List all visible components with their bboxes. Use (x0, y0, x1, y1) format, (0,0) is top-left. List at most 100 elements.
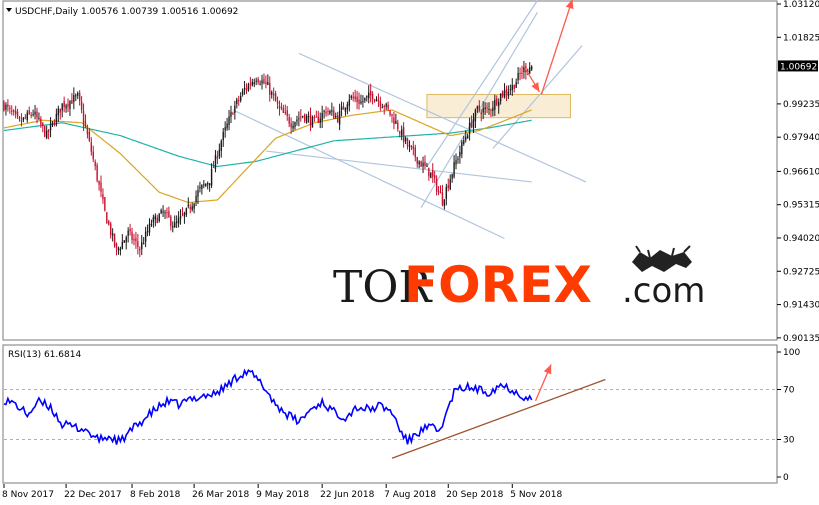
candle (5, 102, 7, 116)
candle (272, 87, 275, 101)
candle (300, 109, 302, 122)
candle (78, 90, 81, 106)
candle (362, 95, 364, 108)
candle (490, 108, 492, 117)
candle (98, 180, 100, 191)
candle (486, 102, 488, 114)
price-tick-label: 1.01825 (783, 33, 819, 43)
candle (36, 107, 38, 124)
candle (115, 242, 118, 256)
candle (457, 156, 459, 164)
candle (496, 95, 498, 107)
candle (49, 117, 52, 138)
candle (369, 83, 372, 103)
candle (373, 98, 376, 103)
candle (315, 110, 318, 118)
candle (443, 199, 446, 210)
candle (441, 184, 444, 207)
candle (331, 102, 333, 116)
candle (346, 101, 349, 115)
candle (75, 93, 77, 102)
candle (453, 155, 455, 179)
price-tick-label: 0.99235 (783, 100, 819, 110)
rsi-tick-label: 100 (783, 348, 800, 358)
candle (55, 108, 58, 127)
candle (77, 91, 79, 99)
candle (265, 75, 267, 89)
candle (465, 130, 467, 143)
candle (480, 109, 482, 122)
chart-title: USDCHF,Daily 1.00576 1.00739 1.00516 1.0… (6, 7, 238, 17)
candle (304, 113, 306, 124)
candle (521, 65, 523, 80)
candle (80, 96, 83, 114)
candle (137, 233, 139, 255)
candle (22, 117, 25, 123)
candle (377, 93, 380, 108)
candle (7, 99, 9, 112)
candle (356, 90, 358, 110)
candle (131, 227, 133, 244)
candle (158, 212, 160, 223)
rsi-title: RSI(13) 61.6814 (8, 350, 81, 360)
candle (16, 108, 19, 119)
candle (127, 227, 129, 243)
candle (238, 95, 240, 106)
candle (263, 73, 265, 85)
candle (96, 162, 98, 183)
candle (408, 140, 411, 153)
candle (338, 103, 341, 131)
candle (224, 121, 226, 138)
candle (18, 115, 21, 122)
candle (71, 93, 73, 105)
candle (170, 214, 172, 231)
candle (463, 135, 465, 146)
candle (366, 95, 368, 102)
candle (3, 100, 5, 112)
price-tick-label: 0.94020 (783, 234, 819, 244)
candle (391, 113, 393, 123)
candle (185, 207, 188, 217)
candle (269, 76, 271, 102)
candle (113, 233, 116, 248)
candle (148, 218, 151, 236)
candle (102, 188, 104, 204)
date-tick-label: 22 Dec 2017 (64, 490, 122, 500)
candle (507, 85, 510, 100)
date-tick-label: 5 Nov 2018 (510, 490, 562, 500)
candle (364, 97, 366, 103)
candle (82, 103, 85, 131)
candle (352, 92, 354, 102)
candle (88, 128, 91, 143)
candle (401, 125, 403, 141)
candle (179, 209, 182, 225)
candle (214, 150, 217, 173)
rsi-tick-label: 70 (783, 386, 795, 396)
candle (387, 101, 389, 112)
candle (515, 78, 517, 88)
candle (142, 237, 145, 245)
candle (335, 112, 337, 119)
candle (280, 102, 283, 111)
candle (503, 83, 506, 99)
candle (414, 144, 416, 162)
candle (154, 213, 157, 227)
candle (494, 94, 496, 117)
candle (65, 103, 67, 113)
candle (466, 133, 469, 139)
candle (69, 100, 71, 116)
candle (426, 162, 428, 167)
candle (63, 96, 65, 113)
candle (245, 83, 248, 95)
candle (218, 143, 221, 160)
candle (375, 96, 378, 102)
candle (350, 94, 352, 100)
price-tick-label: 0.90135 (783, 334, 819, 344)
candle (313, 114, 316, 122)
candle (14, 105, 17, 119)
candle (333, 106, 335, 119)
candle (241, 88, 244, 97)
candle (329, 109, 331, 116)
candle (141, 234, 143, 256)
date-tick-label: 9 May 2018 (256, 490, 309, 500)
